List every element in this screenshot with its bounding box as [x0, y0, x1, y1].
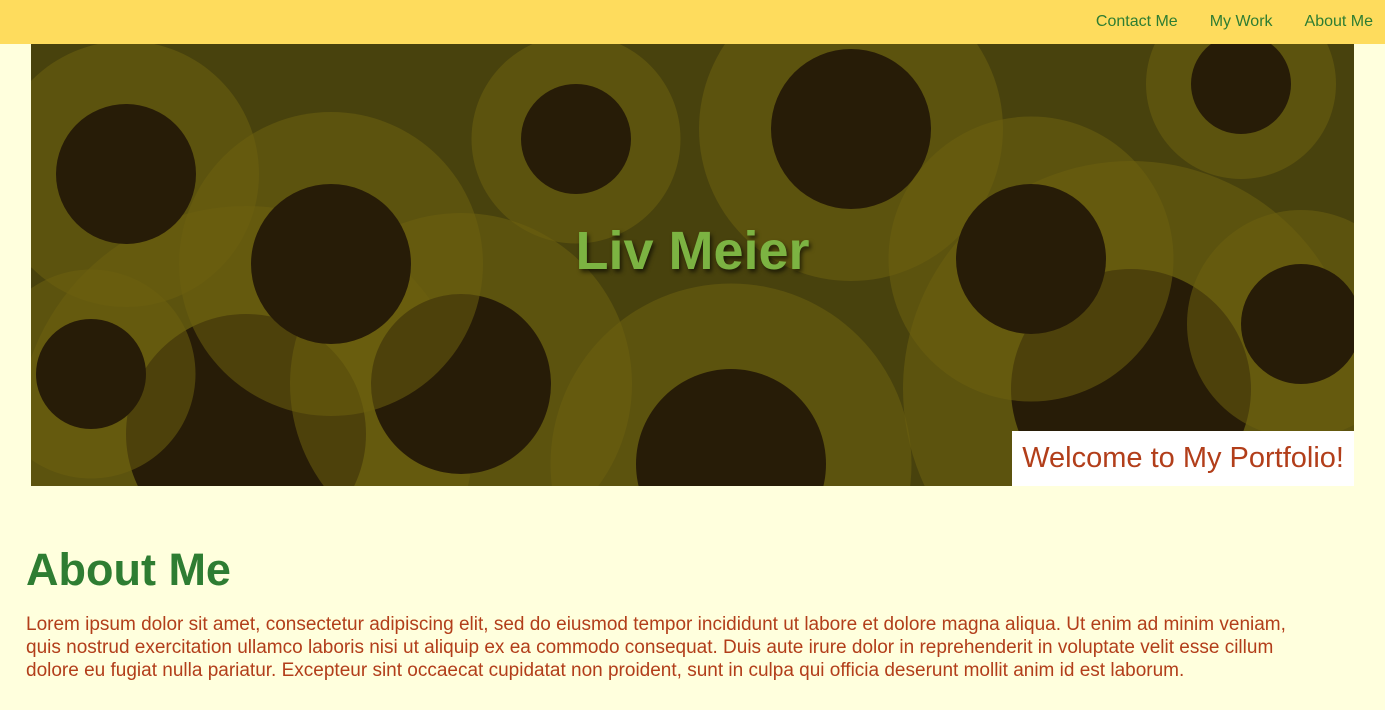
about-heading: About Me: [26, 544, 231, 595]
main-nav: Contact Me My Work About Me: [1096, 0, 1373, 44]
top-nav-bar: Contact Me My Work About Me: [0, 0, 1385, 44]
nav-link-contact-me[interactable]: Contact Me: [1096, 13, 1178, 31]
about-text: Lorem ipsum dolor sit amet, consectetur …: [26, 614, 1286, 681]
nav-link-my-work[interactable]: My Work: [1210, 13, 1273, 31]
hero-title: Liv Meier: [575, 221, 810, 281]
hero-banner: Liv Meier Welcome to My Portfolio!: [31, 44, 1354, 486]
nav-link-about-me[interactable]: About Me: [1305, 13, 1373, 31]
welcome-banner: Welcome to My Portfolio!: [1012, 431, 1354, 486]
